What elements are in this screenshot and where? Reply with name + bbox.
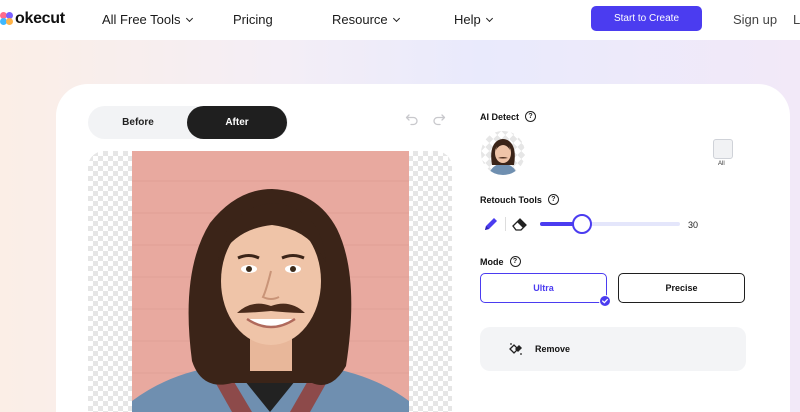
mode-ultra-button[interactable]: Ultra (480, 273, 607, 303)
selected-check-icon (599, 295, 611, 307)
ai-detect-label: AI Detect ? (480, 111, 537, 122)
select-all-label: All (718, 161, 725, 167)
logo-icon (0, 12, 14, 26)
before-after-toggle: Before After (88, 106, 288, 139)
login-link[interactable]: L (793, 12, 800, 27)
help-icon[interactable]: ? (547, 194, 559, 205)
subject-thumbnail-image (489, 139, 517, 175)
nav-help[interactable]: Help (454, 12, 493, 27)
image-canvas[interactable] (88, 151, 452, 412)
slider-handle[interactable] (572, 214, 592, 234)
nav-resource[interactable]: Resource (332, 12, 400, 27)
chevron-down-icon (485, 14, 493, 22)
brush-size-slider[interactable] (540, 214, 680, 234)
chevron-down-icon (392, 14, 400, 22)
mode-label: Mode ? (480, 256, 521, 267)
before-tab[interactable]: Before (88, 106, 188, 139)
select-all-checkbox[interactable] (713, 139, 733, 159)
after-tab[interactable]: After (187, 106, 287, 139)
brush-pen-icon[interactable] (482, 215, 500, 233)
magic-remove-icon (509, 343, 522, 355)
remove-button[interactable]: Remove (480, 327, 746, 371)
portrait-photo (132, 151, 409, 412)
mode-precise-button[interactable]: Precise (618, 273, 745, 303)
remove-label: Remove (535, 344, 571, 354)
help-icon[interactable]: ? (509, 256, 521, 267)
logo-text: okecut (15, 10, 65, 27)
eraser-icon[interactable] (511, 215, 529, 233)
nav-pricing[interactable]: Pricing (233, 12, 273, 27)
start-to-create-button[interactable]: Start to Create (591, 6, 702, 31)
top-nav: okecut All Free Tools Pricing Resource H… (0, 0, 800, 40)
logo[interactable]: okecut (0, 9, 65, 29)
redo-icon[interactable] (432, 112, 446, 126)
chevron-down-icon (185, 14, 193, 22)
sign-up-link[interactable]: Sign up (733, 12, 777, 27)
detected-subject-thumbnail[interactable] (481, 131, 525, 175)
tool-divider (505, 217, 506, 231)
undo-icon[interactable] (405, 112, 419, 126)
retouch-tools-label: Retouch Tools ? (480, 194, 559, 205)
nav-all-free-tools[interactable]: All Free Tools (102, 12, 193, 27)
help-icon[interactable]: ? (525, 111, 537, 122)
brush-size-value: 30 (688, 220, 699, 230)
